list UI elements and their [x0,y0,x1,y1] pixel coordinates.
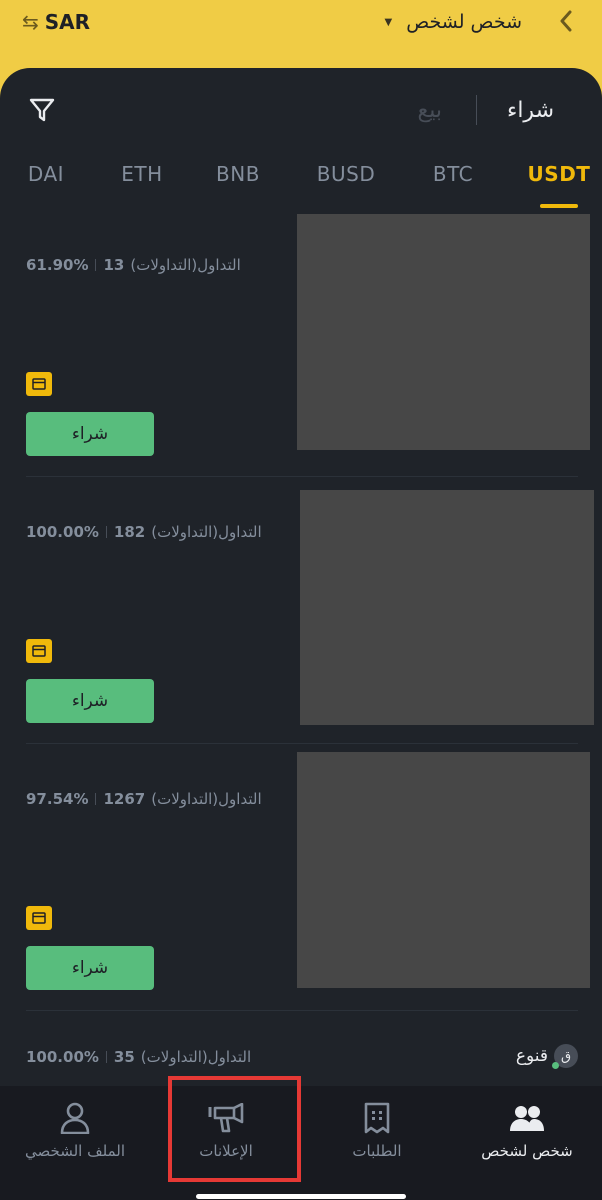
tab-usdt[interactable]: USDT [528,162,591,186]
buy-button[interactable]: شراء [26,946,154,990]
offer-stats: 100.00% 35 التداول(التداولات) [26,1048,251,1066]
buy-button[interactable]: شراء [26,679,154,723]
avatar-letter: ق [560,1048,572,1064]
payment-method-icon [26,906,52,930]
offer-card: 100.00% 182 التداول(التداولات) شراء [0,489,602,744]
caret-down-icon: ▼ [384,16,393,28]
advertiser-info-placeholder [300,490,594,725]
tab-busd[interactable]: BUSD [317,162,375,186]
highlight-box [168,1076,301,1182]
tab-buy[interactable]: شراء [507,98,554,123]
nav-p2p-label: شخص لشخص [481,1142,573,1160]
payment-method-icon [26,372,52,396]
completion-rate: 61.90% [26,256,89,274]
advertiser-info-placeholder [297,752,590,988]
bottom-nav: شخص لشخص الطلبات الإعلانات الملف الشخصي [0,1086,602,1200]
row-divider [26,476,578,477]
nav-orders-label: الطلبات [352,1142,402,1160]
stats-separator [105,526,107,538]
row-divider [26,1010,578,1011]
trade-count: 35 [113,1048,135,1066]
tab-sell[interactable]: بيع [417,98,441,123]
avatar: ق [552,1044,578,1069]
advertiser-name-label: قنوع [515,1046,548,1066]
trades-label: التداول(التداولات) [151,523,262,541]
users-icon [509,1100,545,1136]
home-indicator [196,1194,406,1199]
back-button[interactable] [552,6,580,36]
profile-icon [57,1100,93,1136]
mode-label: شخص لشخص [406,11,522,33]
trade-side-tabs: بيع شراء [417,92,554,128]
completion-rate: 100.00% [26,1048,99,1066]
nav-p2p[interactable]: شخص لشخص [452,1086,602,1186]
currency-code: SAR [44,10,91,34]
advertiser-name[interactable]: قنوع ق [515,1044,578,1069]
tab-eth[interactable]: ETH [121,162,162,186]
offer-card: 61.90% 13 التداول(التداولات) شراء [0,214,602,477]
buy-button[interactable]: شراء [26,412,154,456]
stats-separator [95,259,97,271]
completion-rate: 97.54% [26,790,89,808]
trade-count: 13 [103,256,125,274]
top-bar: ⇆ SAR ▼ شخص لشخص [0,0,602,70]
tab-btc[interactable]: BTC [433,162,473,186]
side-tab-divider [475,95,477,125]
tab-bnb[interactable]: BNB [216,162,260,186]
row-divider [26,743,578,744]
offer-stats: 100.00% 182 التداول(التداولات) [26,523,262,541]
offer-card: 97.54% 1267 التداول(التداولات) شراء [0,752,602,1011]
active-tab-indicator [540,204,578,208]
orders-icon [359,1100,395,1136]
chevron-left-icon [560,10,572,32]
offer-stats: 61.90% 13 التداول(التداولات) [26,256,241,274]
trade-count: 1267 [103,790,146,808]
nav-orders[interactable]: الطلبات [302,1086,452,1186]
payment-method-icon [26,639,52,663]
swap-arrows-icon: ⇆ [22,10,39,34]
trades-label: التداول(التداولات) [140,1048,252,1066]
offer-card: 100.00% 35 التداول(التداولات) [0,1022,602,1086]
offer-stats: 97.54% 1267 التداول(التداولات) [26,790,262,808]
trade-count: 182 [113,523,146,541]
nav-profile-label: الملف الشخصي [25,1142,125,1160]
currency-toggle[interactable]: ⇆ SAR [22,8,90,36]
stats-separator [95,793,97,805]
trades-label: التداول(التداولات) [130,256,241,274]
trades-label: التداول(التداولات) [151,790,262,808]
mode-select[interactable]: ▼ شخص لشخص [385,8,522,36]
completion-rate: 100.00% [26,523,99,541]
stats-separator [105,1051,107,1063]
tab-dai[interactable]: DAI [28,162,64,186]
filter-button[interactable] [28,96,56,124]
online-indicator [552,1062,559,1069]
filter-icon [29,98,55,122]
advertiser-info-placeholder [297,214,590,450]
asset-tabs: DAI ETH BNB BUSD BTC USDT [0,162,602,212]
nav-profile[interactable]: الملف الشخصي [0,1086,150,1186]
